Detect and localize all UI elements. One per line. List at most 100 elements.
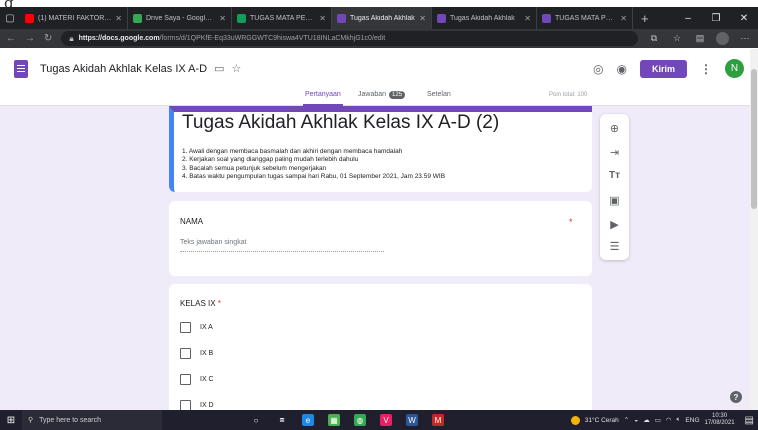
address-bar[interactable]: 🔒︎ https://docs.google.com/forms/d/1QPKf…	[61, 31, 638, 46]
help-icon[interactable]: ?	[730, 391, 742, 403]
taskbar-search[interactable]: ⚲ Type here to search	[22, 410, 162, 430]
form-description[interactable]: 1. Awali dengan membaca basmalah dan akh…	[182, 148, 445, 181]
close-window-icon[interactable]: ✕	[730, 13, 758, 24]
extension-icon[interactable]: ⧉	[647, 33, 661, 44]
windows-start-icon[interactable]: ⊞	[0, 410, 22, 430]
description-line: 3. Bacalah semua petunjuk sebelum menger…	[182, 164, 327, 172]
word-icon[interactable]: W	[406, 414, 418, 426]
add-image-icon[interactable]: ▣	[600, 194, 629, 207]
browser-tab-0[interactable]: (1) MATERI FAKTOR KI ✕	[20, 7, 128, 29]
search-icon: ⚲	[28, 417, 34, 424]
window-controls: – ❐ ✕	[674, 13, 758, 24]
star-icon[interactable]: ☆	[232, 62, 242, 75]
edge-icon[interactable]: e	[302, 414, 314, 426]
checkbox-option[interactable]: IX B	[180, 348, 213, 359]
sheets-favicon-icon	[237, 13, 246, 23]
checkbox[interactable]	[180, 348, 191, 359]
close-tab-icon[interactable]: ✕	[319, 14, 326, 23]
checkbox-option[interactable]: IX C	[180, 374, 214, 385]
forms-favicon-icon	[337, 13, 346, 23]
app-icon[interactable]: M	[432, 414, 444, 426]
tab-questions[interactable]: Pertanyaan	[303, 91, 343, 106]
minimize-icon[interactable]: –	[674, 13, 702, 24]
search-placeholder: Type here to search	[39, 416, 102, 424]
total-points: Poin total: 100	[549, 92, 588, 98]
question-label-text: KELAS IX	[180, 299, 216, 308]
page-scrollbar[interactable]	[750, 49, 758, 410]
browser-tab-strip: ▢ (1) MATERI FAKTOR KI ✕ Drive Saya - Go…	[0, 7, 758, 29]
lock-icon[interactable]: 🔒︎	[69, 34, 73, 44]
clock[interactable]: 10:30 17/08/2021	[705, 413, 735, 427]
more-options-icon[interactable]: ⋮	[700, 62, 712, 76]
tab-title: Tugas Akidah Akhlak	[450, 14, 515, 22]
tab-search-icon[interactable]: ▢	[0, 7, 20, 29]
weather-text[interactable]: 31°C Cerah	[585, 417, 619, 424]
close-tab-icon[interactable]: ✕	[219, 14, 226, 23]
cortana-icon[interactable]: ○	[250, 414, 262, 426]
task-view-icon[interactable]: ⧈	[276, 414, 288, 426]
send-button[interactable]: Kirim	[639, 59, 687, 78]
battery-icon[interactable]: ▭	[655, 416, 661, 424]
browser-tab-4[interactable]: Tugas Akidah Akhlak ✕	[432, 7, 537, 29]
browser-tab-2[interactable]: TUGAS MATA PELAJA ✕	[232, 7, 332, 29]
checkbox[interactable]	[180, 400, 191, 410]
forms-header: Tugas Akidah Akhlak Kelas IX A-D ▭ ☆ ◎ ◉…	[0, 48, 758, 89]
cloud-icon[interactable]: ☁	[643, 416, 650, 424]
add-question-icon[interactable]: ⊕	[600, 122, 629, 135]
preview-eye-icon[interactable]: ◉	[617, 62, 627, 76]
restore-icon[interactable]: ❐	[702, 13, 730, 24]
browser-toolbar: ← → ↻ 🔒︎ https://docs.google.com/forms/d…	[0, 29, 758, 48]
folder-icon[interactable]: ▭	[214, 62, 224, 75]
weather-icon[interactable]	[570, 415, 580, 425]
form-subtabs: Pertanyaan Jawaban 125 Setelan Poin total…	[0, 89, 758, 106]
language-indicator[interactable]: ENG	[685, 417, 699, 424]
wifi-icon[interactable]: ◠	[666, 416, 672, 424]
add-section-icon[interactable]: ☰	[600, 240, 629, 253]
close-tab-icon[interactable]: ✕	[115, 14, 122, 23]
tab-responses[interactable]: Jawaban 125	[358, 91, 406, 99]
new-tab-icon[interactable]: +	[633, 11, 657, 26]
add-title-icon[interactable]: Tт	[600, 170, 629, 181]
question-card-nama[interactable]: NAMA * Teks jawaban singkat	[169, 201, 592, 276]
app-icon[interactable]: V	[380, 414, 392, 426]
chrome-icon[interactable]: ◍	[354, 414, 366, 426]
avatar[interactable]: N	[725, 59, 744, 78]
browser-tab-1[interactable]: Drive Saya - Google D ✕	[128, 7, 232, 29]
network-icon[interactable]: ◒	[634, 417, 638, 424]
collections-icon[interactable]: ▤	[693, 33, 707, 44]
scrollbar-thumb[interactable]	[751, 69, 757, 209]
checkbox[interactable]	[180, 374, 191, 385]
checkbox[interactable]	[180, 322, 191, 333]
profile-icon[interactable]	[716, 32, 729, 45]
back-icon[interactable]: ←	[6, 33, 16, 44]
close-tab-icon[interactable]: ✕	[419, 14, 426, 23]
browser-menu-icon[interactable]: ⋯	[738, 33, 752, 44]
forward-icon[interactable]: →	[25, 33, 35, 44]
form-title[interactable]: Tugas Akidah Akhlak Kelas IX A-D (2)	[182, 112, 499, 134]
cropped-top-strip: g	[0, 0, 758, 12]
notifications-icon[interactable]: ▤	[745, 415, 754, 426]
tray-chevron-icon[interactable]: ⌃	[624, 416, 629, 424]
palette-icon[interactable]: ◎	[593, 62, 603, 76]
volume-icon[interactable]: 🔈︎	[677, 416, 681, 424]
tab-title: TUGAS MATA PELAJA	[555, 14, 616, 22]
form-title-card[interactable]: Tugas Akidah Akhlak Kelas IX A-D (2) 1. …	[169, 106, 592, 192]
google-forms-logo-icon[interactable]	[14, 59, 28, 78]
browser-tab-3-active[interactable]: Tugas Akidah Akhlak ✕	[332, 7, 432, 29]
import-questions-icon[interactable]: ⇥	[600, 146, 629, 159]
checkbox-option[interactable]: IX D	[180, 400, 214, 410]
required-asterisk: *	[217, 299, 221, 308]
close-tab-icon[interactable]: ✕	[524, 14, 531, 23]
forms-favicon-icon	[542, 13, 551, 23]
store-icon[interactable]: ▦	[328, 414, 340, 426]
tab-settings[interactable]: Setelan	[427, 91, 451, 98]
checkbox-option[interactable]: IX A	[180, 322, 213, 333]
question-card-kelas[interactable]: KELAS IX * IX A IX B IX C IX D	[169, 284, 592, 410]
reload-icon[interactable]: ↻	[44, 33, 52, 44]
bookmark-star-icon[interactable]: ☆	[670, 33, 684, 44]
document-title[interactable]: Tugas Akidah Akhlak Kelas IX A-D	[40, 63, 207, 75]
close-tab-icon[interactable]: ✕	[620, 14, 627, 23]
add-video-icon[interactable]: ▶	[600, 218, 629, 231]
description-line: 1. Awali dengan membaca basmalah dan akh…	[182, 148, 403, 155]
browser-tab-5[interactable]: TUGAS MATA PELAJA ✕	[537, 7, 633, 29]
